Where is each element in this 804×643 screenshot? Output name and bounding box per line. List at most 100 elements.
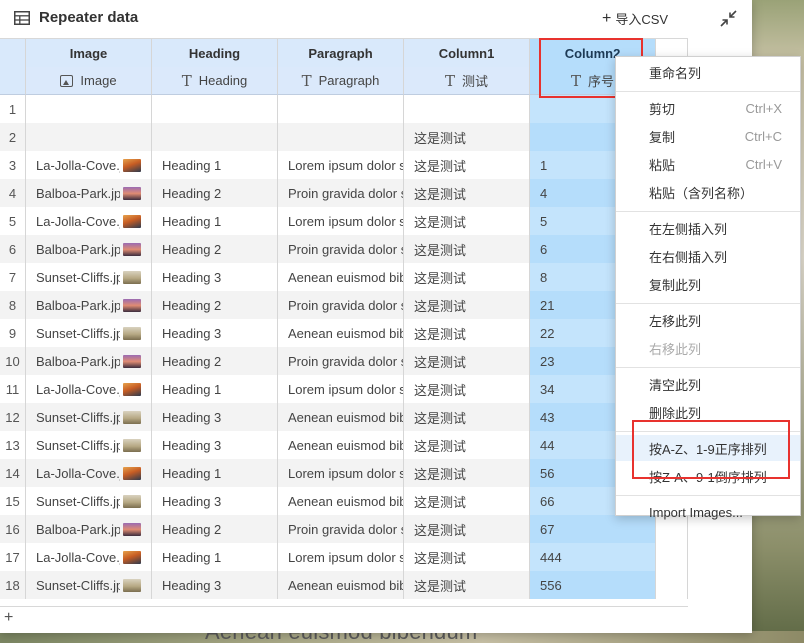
heading-cell[interactable]: Heading 2 — [152, 291, 278, 319]
column-header-3[interactable]: Paragraph — [278, 39, 404, 67]
image-cell[interactable]: Sunset-Cliffs.jpg — [26, 403, 152, 431]
column-type-1[interactable]: Image — [26, 67, 152, 95]
image-cell[interactable]: La-Jolla-Cove.jpg — [26, 459, 152, 487]
image-cell[interactable]: Balboa-Park.jpg — [26, 347, 152, 375]
heading-cell[interactable] — [152, 123, 278, 151]
column1-cell[interactable]: 这是测试 — [404, 123, 530, 151]
row-number[interactable]: 18 — [0, 571, 26, 599]
row-number[interactable]: 16 — [0, 515, 26, 543]
heading-cell[interactable]: Heading 1 — [152, 375, 278, 403]
menu-item-rename-column[interactable]: 重命名列 — [616, 59, 800, 85]
row-number[interactable]: 12 — [0, 403, 26, 431]
menu-item-paste-with-header[interactable]: 粘贴（含列名称） — [616, 179, 800, 205]
heading-cell[interactable]: Heading 3 — [152, 487, 278, 515]
paragraph-cell[interactable]: Proin gravida dolor sit — [278, 515, 404, 543]
row-number[interactable]: 7 — [0, 263, 26, 291]
paragraph-cell[interactable]: Aenean euismod bibendum — [278, 319, 404, 347]
menu-item-cut[interactable]: 剪切 Ctrl+X — [616, 95, 800, 121]
column-type-2[interactable]: T Heading — [152, 67, 278, 95]
row-number[interactable]: 15 — [0, 487, 26, 515]
paragraph-cell[interactable]: Aenean euismod bibendum — [278, 487, 404, 515]
paragraph-cell[interactable]: Lorem ipsum dolor sit amet — [278, 543, 404, 571]
image-cell[interactable]: La-Jolla-Cove.jpg — [26, 543, 152, 571]
menu-item-sort-descending[interactable]: 按Z-A、9-1倒序排列 — [616, 463, 800, 489]
column1-cell[interactable]: 这是测试 — [404, 515, 530, 543]
image-cell[interactable]: Sunset-Cliffs.jpg — [26, 319, 152, 347]
heading-cell[interactable]: Heading 1 — [152, 151, 278, 179]
column1-cell[interactable]: 这是测试 — [404, 179, 530, 207]
image-cell[interactable]: Balboa-Park.jpg — [26, 235, 152, 263]
row-number[interactable]: 6 — [0, 235, 26, 263]
column1-cell[interactable]: 这是测试 — [404, 263, 530, 291]
column1-cell[interactable]: 这是测试 — [404, 235, 530, 263]
heading-cell[interactable]: Heading 2 — [152, 179, 278, 207]
column1-cell[interactable]: 这是测试 — [404, 375, 530, 403]
paragraph-cell[interactable]: Aenean euismod bibendum — [278, 571, 404, 599]
paragraph-cell[interactable]: Proin gravida dolor sit — [278, 291, 404, 319]
paragraph-cell[interactable]: Aenean euismod bibendum — [278, 431, 404, 459]
row-number[interactable]: 11 — [0, 375, 26, 403]
row-number[interactable]: 3 — [0, 151, 26, 179]
column1-cell[interactable]: 这是测试 — [404, 459, 530, 487]
row-number[interactable]: 5 — [0, 207, 26, 235]
column1-cell[interactable]: 这是测试 — [404, 543, 530, 571]
image-cell[interactable]: La-Jolla-Cove.jpg — [26, 207, 152, 235]
menu-item-delete-column[interactable]: 删除此列 — [616, 399, 800, 425]
column1-cell[interactable]: 这是测试 — [404, 403, 530, 431]
column-type-3[interactable]: T Paragraph — [278, 67, 404, 95]
add-row-button[interactable]: + — [4, 609, 13, 627]
row-number[interactable]: 9 — [0, 319, 26, 347]
menu-item-insert-left[interactable]: 在左侧插入列 — [616, 215, 800, 241]
menu-item-sort-ascending[interactable]: 按A-Z、1-9正序排列 — [616, 435, 800, 461]
column1-cell[interactable]: 这是测试 — [404, 207, 530, 235]
image-cell[interactable]: Balboa-Park.jpg — [26, 515, 152, 543]
column1-cell[interactable] — [404, 95, 530, 123]
heading-cell[interactable]: Heading 3 — [152, 263, 278, 291]
heading-cell[interactable]: Heading 3 — [152, 319, 278, 347]
column1-cell[interactable]: 这是测试 — [404, 151, 530, 179]
row-number[interactable]: 10 — [0, 347, 26, 375]
image-cell[interactable]: Sunset-Cliffs.jpg — [26, 571, 152, 599]
paragraph-cell[interactable]: Lorem ipsum dolor sit amet — [278, 375, 404, 403]
image-cell[interactable]: Sunset-Cliffs.jpg — [26, 487, 152, 515]
heading-cell[interactable]: Heading 3 — [152, 431, 278, 459]
heading-cell[interactable]: Heading 1 — [152, 207, 278, 235]
heading-cell[interactable]: Heading 1 — [152, 459, 278, 487]
row-number[interactable]: 14 — [0, 459, 26, 487]
image-cell[interactable]: Balboa-Park.jpg — [26, 291, 152, 319]
column-header-4[interactable]: Column1 — [404, 39, 530, 67]
paragraph-cell[interactable]: Proin gravida dolor sit — [278, 347, 404, 375]
column1-cell[interactable]: 这是测试 — [404, 571, 530, 599]
menu-item-insert-right[interactable]: 在右侧插入列 — [616, 243, 800, 269]
paragraph-cell[interactable]: Aenean euismod bibendum — [278, 263, 404, 291]
row-number[interactable]: 2 — [0, 123, 26, 151]
heading-cell[interactable]: Heading 2 — [152, 235, 278, 263]
paragraph-cell[interactable]: Proin gravida dolor sit — [278, 179, 404, 207]
image-cell[interactable]: La-Jolla-Cove.jpg — [26, 375, 152, 403]
paragraph-cell[interactable]: Aenean euismod bibendum — [278, 403, 404, 431]
paragraph-cell[interactable]: Lorem ipsum dolor sit amet — [278, 459, 404, 487]
paragraph-cell[interactable] — [278, 95, 404, 123]
heading-cell[interactable]: Heading 2 — [152, 515, 278, 543]
row-number[interactable]: 13 — [0, 431, 26, 459]
paragraph-cell[interactable] — [278, 123, 404, 151]
menu-item-copy[interactable]: 复制 Ctrl+C — [616, 123, 800, 149]
column-header-1[interactable]: Image — [26, 39, 152, 67]
heading-cell[interactable]: Heading 2 — [152, 347, 278, 375]
column2-cell[interactable]: 556 — [530, 571, 656, 599]
menu-item-duplicate-column[interactable]: 复制此列 — [616, 271, 800, 297]
image-cell[interactable]: Sunset-Cliffs.jpg — [26, 263, 152, 291]
column-type-4[interactable]: T 测试 — [404, 67, 530, 95]
image-cell[interactable]: La-Jolla-Cove.jpg — [26, 151, 152, 179]
row-number[interactable]: 1 — [0, 95, 26, 123]
column1-cell[interactable]: 这是测试 — [404, 487, 530, 515]
column1-cell[interactable]: 这是测试 — [404, 291, 530, 319]
image-cell[interactable]: Balboa-Park.jpg — [26, 179, 152, 207]
paragraph-cell[interactable]: Lorem ipsum dolor sit amet — [278, 151, 404, 179]
menu-item-paste[interactable]: 粘贴 Ctrl+V — [616, 151, 800, 177]
paragraph-cell[interactable]: Lorem ipsum dolor sit amet — [278, 207, 404, 235]
menu-item-clear-column[interactable]: 清空此列 — [616, 371, 800, 397]
paragraph-cell[interactable]: Proin gravida dolor sit — [278, 235, 404, 263]
heading-cell[interactable] — [152, 95, 278, 123]
heading-cell[interactable]: Heading 3 — [152, 403, 278, 431]
